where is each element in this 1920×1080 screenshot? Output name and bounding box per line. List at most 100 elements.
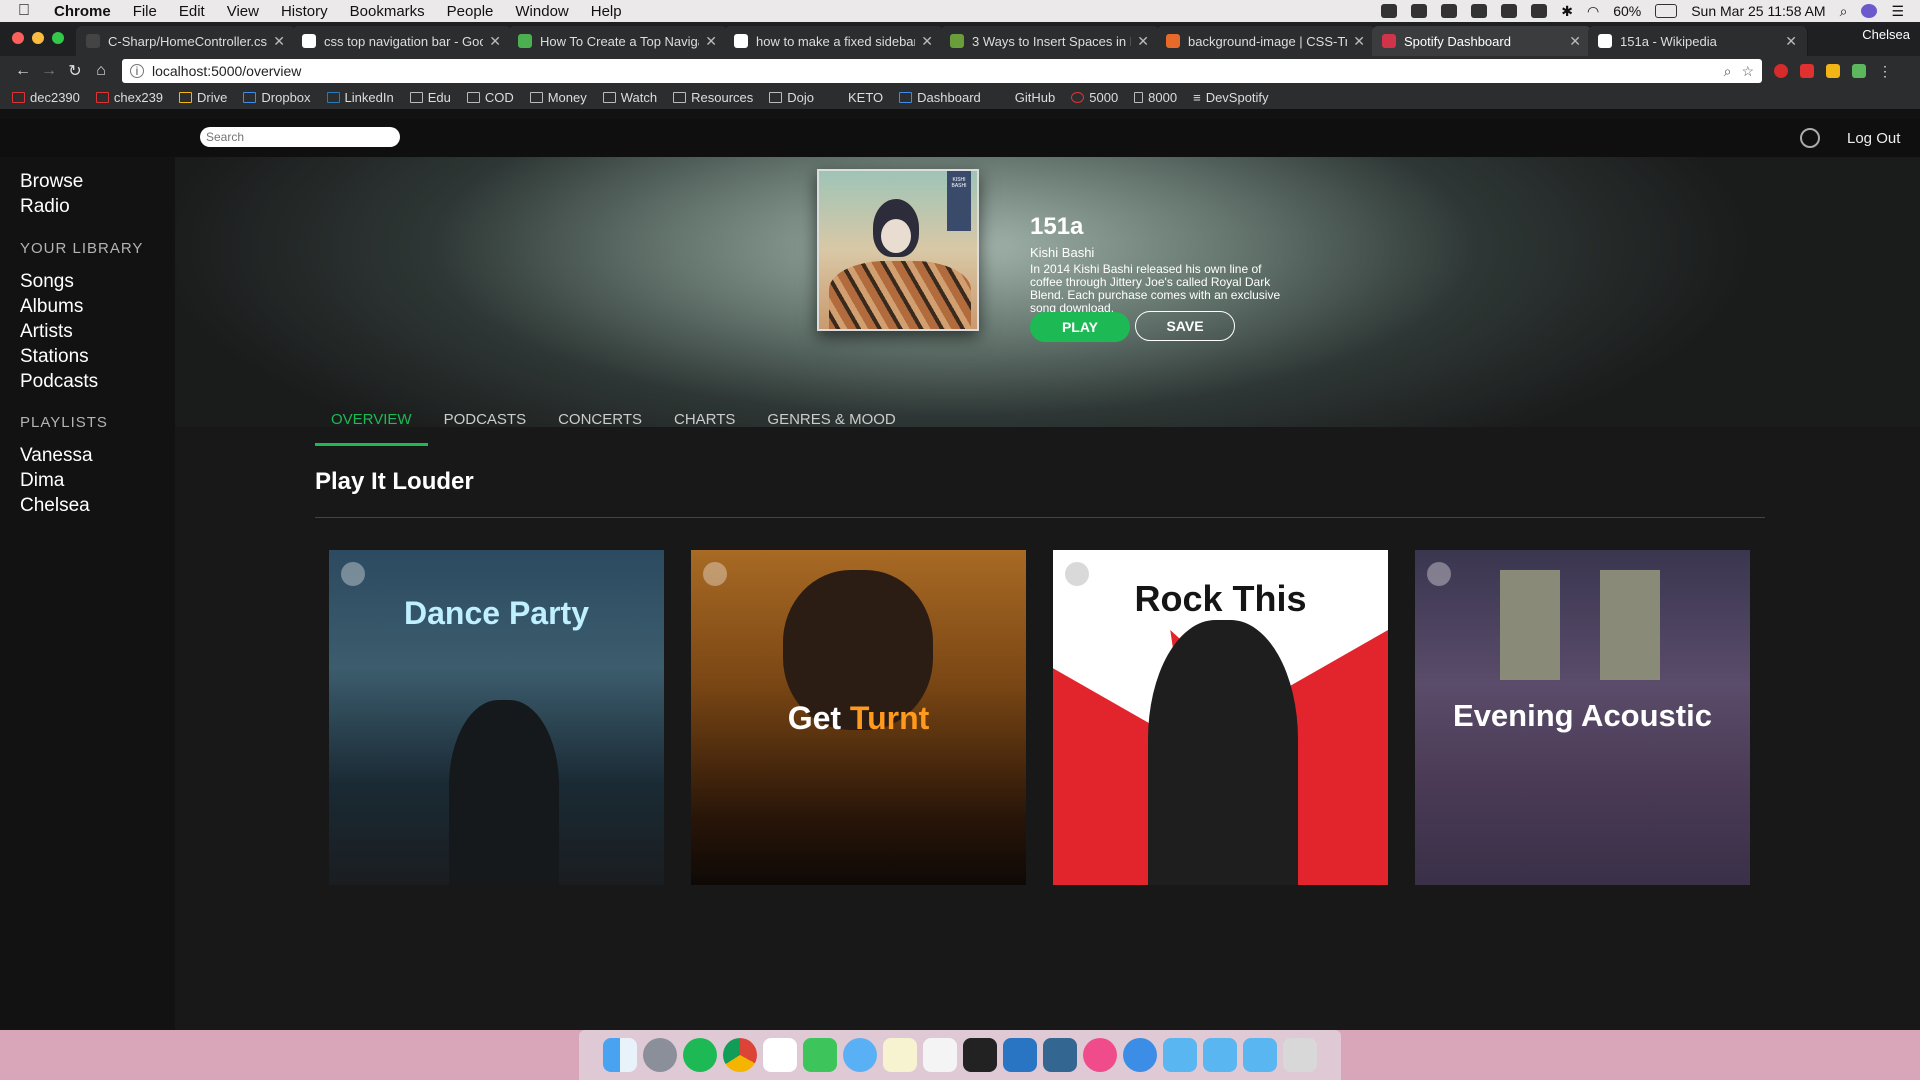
album-cover[interactable]: KISHI BASHI — [817, 169, 979, 331]
tab-close-icon[interactable]: ✕ — [489, 33, 501, 50]
bookmark-item[interactable]: 8000 — [1134, 90, 1177, 105]
tab-close-icon[interactable]: ✕ — [273, 33, 285, 50]
bookmark-folder[interactable]: Edu — [409, 90, 451, 105]
bookmark-folder[interactable]: Resources — [673, 90, 753, 105]
logout-link[interactable]: Log Out — [1847, 130, 1900, 147]
sidebar-item-songs[interactable]: Songs — [20, 271, 74, 293]
menu-app-name[interactable]: Chrome — [54, 3, 111, 20]
tab-close-icon[interactable]: ✕ — [1137, 33, 1149, 50]
zoom-window-button[interactable] — [52, 32, 64, 44]
tab-genres-mood[interactable]: GENRES & MOOD — [751, 412, 911, 446]
documents-folder-icon[interactable] — [1203, 1038, 1237, 1072]
textedit-icon[interactable] — [923, 1038, 957, 1072]
browser-tab[interactable]: background-image | CSS-Tri ✕ — [1156, 26, 1376, 56]
sidebar-playlist-dima[interactable]: Dima — [20, 470, 64, 492]
menu-bookmarks[interactable]: Bookmarks — [350, 3, 425, 20]
bookmark-folder[interactable]: Money — [529, 90, 587, 105]
bookmark-item[interactable]: LinkedIn — [326, 90, 394, 105]
bookmark-folder[interactable]: Dojo — [769, 90, 814, 105]
spotlight-search-icon[interactable]: ⌕ — [1840, 3, 1848, 20]
notes-icon[interactable] — [883, 1038, 917, 1072]
applications-folder-icon[interactable] — [1163, 1038, 1197, 1072]
menu-history[interactable]: History — [281, 3, 328, 20]
save-button[interactable]: SAVE — [1135, 311, 1235, 341]
volume-icon[interactable] — [1531, 4, 1548, 18]
browser-tab[interactable]: how to make a fixed sidebar ✕ — [724, 26, 944, 56]
creative-cloud-icon[interactable] — [1411, 4, 1428, 18]
facetime-icon[interactable] — [803, 1038, 837, 1072]
bookmark-item[interactable]: GitHub — [997, 90, 1055, 105]
menu-help[interactable]: Help — [591, 3, 622, 20]
close-window-button[interactable] — [12, 32, 24, 44]
tab-close-icon[interactable]: ✕ — [1569, 33, 1581, 50]
menu-people[interactable]: People — [447, 3, 494, 20]
sidebar-item-browse[interactable]: Browse — [20, 171, 83, 193]
tab-close-icon[interactable]: ✕ — [1785, 33, 1797, 50]
chrome-icon[interactable] — [723, 1038, 757, 1072]
tab-overview[interactable]: OVERVIEW — [315, 412, 428, 446]
minimize-window-button[interactable] — [32, 32, 44, 44]
tab-podcasts[interactable]: PODCASTS — [428, 412, 543, 446]
vscode-icon[interactable] — [1003, 1038, 1037, 1072]
site-info-icon[interactable]: i — [130, 64, 144, 78]
bookmark-icon[interactable] — [1471, 4, 1488, 18]
apple-icon[interactable]:  — [18, 2, 40, 20]
play-button[interactable]: PLAY — [1030, 312, 1130, 342]
menubar-clock[interactable]: Sun Mar 25 11:58 AM — [1691, 3, 1825, 19]
tab-close-icon[interactable]: ✕ — [705, 33, 717, 50]
menu-edit[interactable]: Edit — [179, 3, 205, 20]
bookmark-item[interactable]: dec2390 — [12, 90, 80, 105]
reload-icon[interactable]: ↻ — [62, 61, 88, 81]
drive-extension-icon[interactable] — [1826, 64, 1840, 78]
browser-tab[interactable]: C-Sharp/HomeController.cs ✕ — [76, 26, 296, 56]
dropbox-icon[interactable] — [1441, 4, 1458, 18]
tab-concerts[interactable]: CONCERTS — [542, 412, 658, 446]
browser-tab[interactable]: 3 Ways to Insert Spaces in H ✕ — [940, 26, 1160, 56]
bookmark-item[interactable]: Dropbox — [243, 90, 311, 105]
browser-tab[interactable]: 151a - Wikipedia ✕ — [1588, 26, 1808, 56]
postgresql-icon[interactable] — [1043, 1038, 1077, 1072]
sidebar-item-artists[interactable]: Artists — [20, 321, 73, 343]
adblock-extension-icon[interactable] — [1774, 64, 1788, 78]
itunes-icon[interactable] — [1083, 1038, 1117, 1072]
album-artist[interactable]: Kishi Bashi — [1030, 245, 1094, 260]
sidebar-item-stations[interactable]: Stations — [20, 346, 89, 368]
bookmark-star-icon[interactable]: ☆ — [1741, 63, 1754, 80]
chrome-menu-icon[interactable]: ⋮ — [1878, 64, 1892, 78]
tab-close-icon[interactable]: ✕ — [921, 33, 933, 50]
battery-percent[interactable]: 60% — [1613, 3, 1641, 19]
sidebar-item-podcasts[interactable]: Podcasts — [20, 371, 98, 393]
terminal-icon[interactable] — [963, 1038, 997, 1072]
zoom-icon[interactable]: ⌕ — [1724, 63, 1732, 80]
browser-tab-active[interactable]: Spotify Dashboard ✕ — [1372, 26, 1592, 56]
trash-icon[interactable] — [1283, 1038, 1317, 1072]
chrome-profile-name[interactable]: Chelsea — [1862, 27, 1920, 52]
cloud-icon[interactable] — [1381, 4, 1398, 18]
spotify-icon[interactable] — [683, 1038, 717, 1072]
bluetooth-icon[interactable]: ✱ — [1561, 3, 1573, 20]
forward-arrow-icon[interactable]: → — [36, 62, 62, 80]
menu-window[interactable]: Window — [515, 3, 568, 20]
menu-view[interactable]: View — [227, 3, 259, 20]
bookmark-item[interactable]: 5000 — [1071, 90, 1118, 105]
bookmark-item[interactable]: chex239 — [95, 90, 163, 105]
playlist-card-get-turnt[interactable]: Get Turnt — [691, 550, 1026, 885]
menu-file[interactable]: File — [133, 3, 157, 20]
wifi-icon[interactable]: ◠ — [1587, 3, 1599, 20]
back-arrow-icon[interactable]: ← — [10, 62, 36, 80]
user-account-icon[interactable] — [1800, 128, 1820, 148]
youtube-extension-icon[interactable] — [1800, 64, 1814, 78]
notification-center-icon[interactable]: ☰ — [1891, 3, 1904, 20]
calendar-icon[interactable] — [763, 1038, 797, 1072]
search-input[interactable] — [200, 127, 400, 147]
bookmark-item[interactable]: ≡ DevSpotify — [1193, 90, 1268, 105]
bookmark-item[interactable]: Drive — [179, 90, 227, 105]
url-text[interactable]: localhost:5000/overview — [152, 63, 301, 79]
browser-tab[interactable]: css top navigation bar - Goo ✕ — [292, 26, 512, 56]
downloads-folder-icon[interactable] — [1243, 1038, 1277, 1072]
playlist-card-rock-this[interactable]: Rock This — [1053, 550, 1388, 885]
airplay-icon[interactable] — [1501, 4, 1518, 18]
home-icon[interactable]: ⌂ — [88, 62, 114, 80]
playlist-card-evening-acoustic[interactable]: Evening Acoustic — [1415, 550, 1750, 885]
sidebar-playlist-vanessa[interactable]: Vanessa — [20, 445, 93, 467]
